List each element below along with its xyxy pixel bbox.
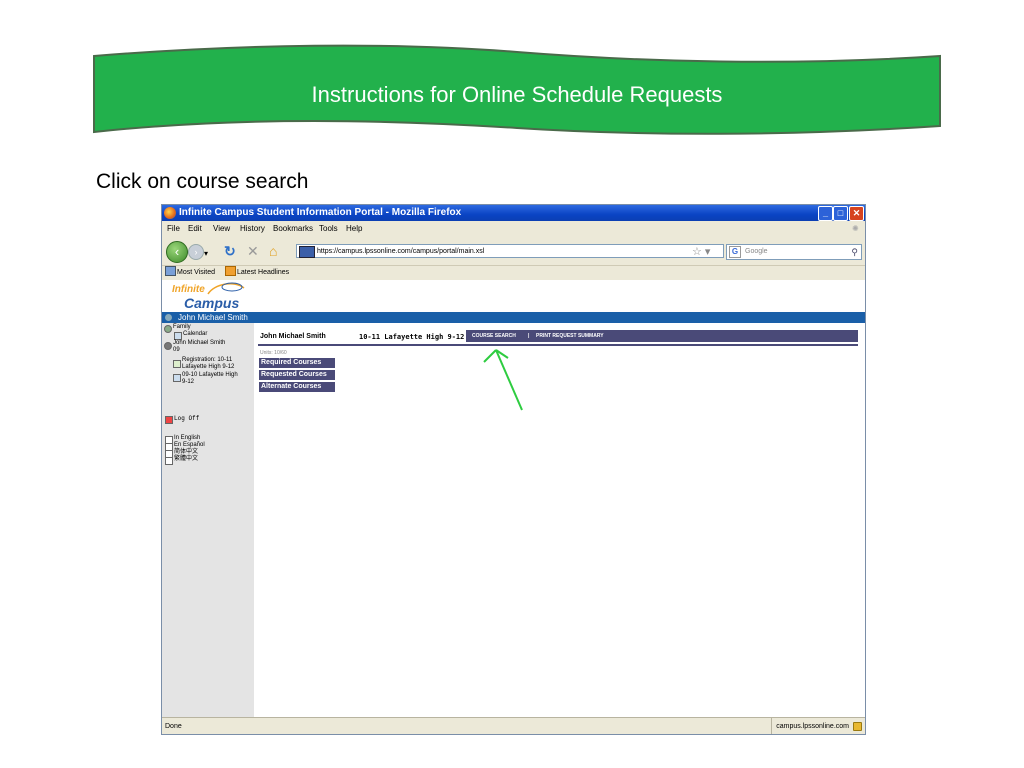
sidebar-term-2[interactable]: 9-12 — [182, 379, 194, 386]
close-button[interactable]: ✕ — [849, 206, 864, 221]
search-icon[interactable]: ⚲ — [851, 245, 858, 259]
bookmark-most-visited[interactable]: Most Visited — [177, 266, 215, 280]
sidebar-registration-2[interactable]: Lafayette High 9-12 — [182, 364, 234, 371]
logo-swoosh-icon — [207, 282, 245, 295]
calendar-icon — [174, 332, 182, 340]
family-icon — [164, 325, 172, 333]
tab-print-request-summary[interactable]: PRINT REQUEST SUMMARY — [536, 330, 604, 342]
stop-icon[interactable]: ✕ — [247, 243, 259, 259]
slide-title: Instructions for Online Schedule Request… — [311, 82, 723, 107]
units-label: Units: 10/60 — [260, 350, 287, 356]
lang-chinese-simplified[interactable]: 简体中文 — [174, 449, 198, 456]
address-bar[interactable]: https://campus.lpssonline.com/campus/por… — [296, 244, 724, 258]
sidebar-calendar[interactable]: Calendar — [183, 331, 207, 338]
padlock-icon — [853, 722, 862, 731]
menu-tools[interactable]: Tools — [319, 221, 338, 237]
chinese-traditional-icon — [165, 457, 173, 465]
annotation-arrow — [483, 349, 523, 411]
sidebar-term-1[interactable]: 09-10 Lafayette High — [182, 372, 238, 379]
requested-courses-button[interactable]: Requested Courses — [259, 370, 335, 380]
sidebar-registration-1[interactable]: Registration: 10-11 — [182, 357, 232, 364]
slide-banner: Instructions for Online Schedule Request… — [92, 44, 942, 136]
student-name: John Michael Smith — [260, 333, 326, 340]
sidebar-student-id: 09 — [173, 347, 180, 353]
sidebar: Family Calendar John Michael Smith 09 Re… — [162, 323, 254, 717]
menu-file[interactable]: File — [167, 221, 180, 237]
menu-view[interactable]: View — [213, 221, 230, 237]
site-favicon-icon — [299, 246, 315, 258]
rss-feed-icon — [225, 266, 236, 276]
menu-bar: File Edit View History Bookmarks Tools H… — [162, 221, 865, 237]
menu-edit[interactable]: Edit — [188, 221, 202, 237]
tab-course-search[interactable]: COURSE SEARCH — [472, 330, 516, 342]
search-box[interactable]: G Google ⚲ — [726, 244, 862, 260]
bookmarks-toolbar: Most Visited Latest Headlines — [162, 265, 865, 280]
lang-english[interactable]: In English — [174, 435, 200, 442]
main-panel: John Michael Smith 10-11 Lafayette High … — [254, 323, 865, 717]
bookmark-star-icon[interactable]: ☆ ▾ — [692, 245, 710, 258]
log-off-icon — [165, 416, 173, 424]
user-bar: John Michael Smith — [162, 312, 865, 323]
registration-icon — [173, 360, 181, 368]
history-dropdown-icon[interactable]: ▾ — [204, 246, 208, 262]
url-text: https://campus.lpssonline.com/campus/por… — [317, 248, 485, 255]
bookmark-latest-headlines[interactable]: Latest Headlines — [237, 266, 289, 280]
maximize-button[interactable]: □ — [833, 206, 848, 221]
back-arrow-icon[interactable]: ‹ — [166, 241, 188, 263]
sidebar-student[interactable]: John Michael Smith — [173, 340, 225, 347]
navigation-toolbar: ‹ › ▾ ↻ ✕ ⌂ https://campus.lpssonline.co… — [162, 237, 865, 265]
most-visited-icon — [165, 266, 176, 276]
sidebar-log-off[interactable]: Log Off — [174, 415, 199, 422]
required-courses-button[interactable]: Required Courses — [259, 358, 335, 368]
slide-instruction: Click on course search — [96, 170, 309, 193]
student-icon — [164, 342, 172, 350]
alternate-courses-button[interactable]: Alternate Courses — [259, 382, 335, 392]
search-placeholder: Google — [745, 248, 768, 255]
minimize-button[interactable]: _ — [818, 206, 833, 221]
sidebar-family[interactable]: Family — [173, 324, 191, 331]
reload-icon[interactable]: ↻ — [224, 243, 236, 259]
school-name: 10-11 Lafayette High 9-12 — [359, 333, 465, 341]
status-domain: campus.lpssonline.com — [771, 718, 849, 734]
logo-line2: Campus — [184, 295, 240, 311]
forward-arrow-icon[interactable]: › — [188, 244, 204, 260]
menu-help[interactable]: Help — [346, 221, 362, 237]
student-header: John Michael Smith 10-11 Lafayette High … — [258, 330, 858, 346]
throbber-icon: ✺ — [852, 224, 859, 233]
status-bar: Done campus.lpssonline.com — [162, 717, 865, 734]
tab-separator: | — [528, 333, 530, 339]
menu-history[interactable]: History — [240, 221, 265, 237]
schedule-icon — [173, 374, 181, 382]
home-icon[interactable]: ⌂ — [269, 243, 277, 259]
window-title: Infinite Campus Student Information Port… — [179, 207, 462, 218]
tab-strip: COURSE SEARCH | PRINT REQUEST SUMMARY — [466, 330, 858, 342]
firefox-icon — [164, 207, 176, 219]
status-text: Done — [165, 723, 182, 730]
lang-chinese-traditional[interactable]: 繁體中文 — [174, 456, 198, 463]
user-name: John Michael Smith — [178, 313, 248, 322]
browser-window: Infinite Campus Student Information Port… — [161, 204, 866, 735]
logo-line1: Infinite — [172, 284, 205, 295]
title-bar: Infinite Campus Student Information Port… — [162, 205, 865, 221]
lang-spanish[interactable]: En Español — [174, 442, 205, 449]
google-icon: G — [729, 246, 741, 258]
user-icon — [165, 314, 172, 321]
menu-bookmarks[interactable]: Bookmarks — [273, 221, 313, 237]
